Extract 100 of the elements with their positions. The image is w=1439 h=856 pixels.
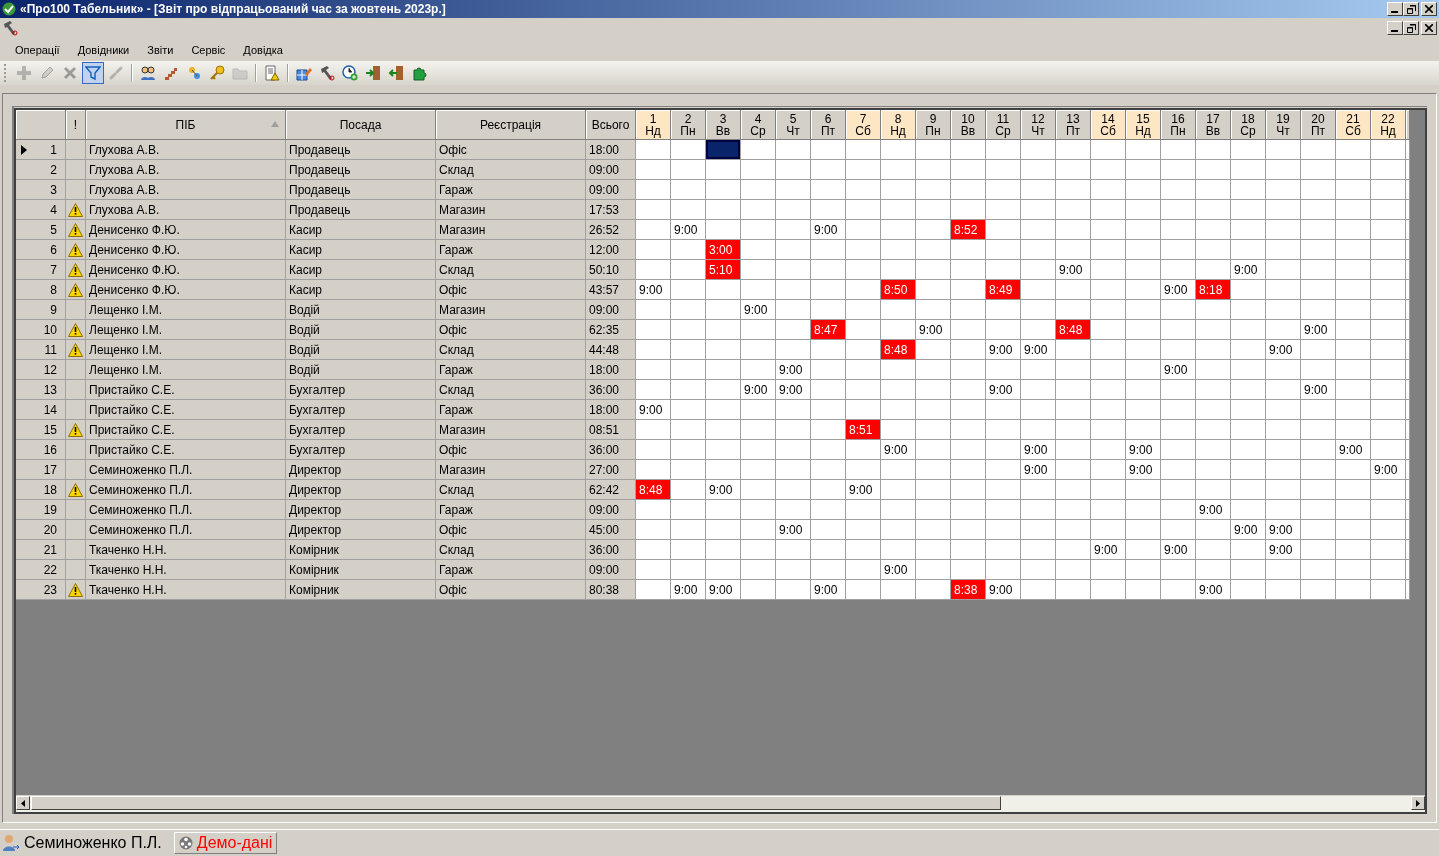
table-cell[interactable]: 8:50 bbox=[881, 280, 916, 300]
table-cell[interactable]: 8:48 bbox=[881, 340, 916, 360]
day-column-header[interactable]: 19 Чт bbox=[1266, 110, 1301, 140]
row-header[interactable]: 11 bbox=[16, 340, 66, 360]
table-cell[interactable]: 8:51 bbox=[846, 420, 881, 440]
scroll-left-button[interactable] bbox=[16, 796, 30, 810]
table-cell[interactable]: 9:00 bbox=[671, 580, 706, 600]
day-column-header[interactable]: 12 Чт bbox=[1021, 110, 1056, 140]
day-column-header[interactable]: 5 Чт bbox=[776, 110, 811, 140]
row-header[interactable]: 23 bbox=[16, 580, 66, 600]
column-header[interactable]: Посада bbox=[286, 110, 436, 140]
table-cell[interactable]: 9:00 bbox=[706, 480, 741, 500]
table-cell[interactable]: 9:00 bbox=[776, 520, 811, 540]
row-header[interactable]: 3 bbox=[16, 180, 66, 200]
menu-item[interactable]: Сервіс bbox=[182, 42, 235, 58]
table-cell[interactable]: 9:00 bbox=[776, 360, 811, 380]
table-cell[interactable]: 9:00 bbox=[636, 400, 671, 420]
table-cell[interactable]: 8:48 bbox=[1056, 320, 1091, 340]
column-header[interactable]: ПІБ bbox=[86, 110, 286, 140]
day-column-header[interactable]: 14 Сб bbox=[1091, 110, 1126, 140]
table-cell[interactable]: 9:00 bbox=[986, 580, 1021, 600]
row-header[interactable]: 13 bbox=[16, 380, 66, 400]
table-cell[interactable]: 9:00 bbox=[776, 380, 811, 400]
menu-item[interactable]: Довідка bbox=[234, 42, 292, 58]
table-cell[interactable]: 9:00 bbox=[1231, 260, 1266, 280]
row-header[interactable]: 18 bbox=[16, 480, 66, 500]
column-header[interactable]: Реєстрація bbox=[436, 110, 586, 140]
table-cell[interactable]: 9:00 bbox=[811, 220, 846, 240]
day-column-header[interactable]: 11 Ср bbox=[986, 110, 1021, 140]
menu-item[interactable]: Звіти bbox=[138, 42, 183, 58]
scroll-thumb[interactable] bbox=[31, 796, 1001, 810]
row-header[interactable]: 4 bbox=[16, 200, 66, 220]
table-cell[interactable]: 9:00 bbox=[1056, 260, 1091, 280]
day-column-header[interactable]: 1 Нд bbox=[636, 110, 671, 140]
table-cell[interactable]: 9:00 bbox=[1266, 540, 1301, 560]
table-cell[interactable]: 9:00 bbox=[1126, 460, 1161, 480]
row-header[interactable]: 8 bbox=[16, 280, 66, 300]
table-cell[interactable]: 9:00 bbox=[1196, 580, 1231, 600]
table-cell[interactable]: 9:00 bbox=[1371, 460, 1406, 480]
row-header[interactable]: 1 bbox=[16, 140, 66, 160]
row-header[interactable]: 7 bbox=[16, 260, 66, 280]
table-cell[interactable]: 3:00 bbox=[706, 240, 741, 260]
restore-button[interactable] bbox=[1403, 2, 1419, 16]
day-column-header[interactable]: 8 Нд bbox=[881, 110, 916, 140]
day-column-header[interactable]: 2 Пн bbox=[671, 110, 706, 140]
day-column-header[interactable]: 22 Нд bbox=[1371, 110, 1406, 140]
table-cell[interactable]: 9:00 bbox=[636, 280, 671, 300]
row-header[interactable]: 19 bbox=[16, 500, 66, 520]
table-cell[interactable]: 9:00 bbox=[916, 320, 951, 340]
table-cell[interactable]: 9:00 bbox=[1021, 340, 1056, 360]
day-column-header[interactable]: 18 Ср bbox=[1231, 110, 1266, 140]
table-cell[interactable]: 8:48 bbox=[636, 480, 671, 500]
table-cell[interactable]: 9:00 bbox=[1021, 440, 1056, 460]
table-cell[interactable]: 9:00 bbox=[1301, 320, 1336, 340]
table-cell[interactable]: 9:00 bbox=[1021, 460, 1056, 480]
row-header[interactable]: 9 bbox=[16, 300, 66, 320]
day-column-header[interactable]: 9 Пн bbox=[916, 110, 951, 140]
table-cell[interactable]: 8:49 bbox=[986, 280, 1021, 300]
day-column-header[interactable]: 6 Пт bbox=[811, 110, 846, 140]
row-header[interactable]: 17 bbox=[16, 460, 66, 480]
table-cell[interactable]: 8:52 bbox=[951, 220, 986, 240]
table-cell[interactable]: 9:00 bbox=[741, 300, 776, 320]
table-cell[interactable]: 9:00 bbox=[1161, 360, 1196, 380]
table-cell[interactable]: 9:00 bbox=[706, 580, 741, 600]
row-header[interactable]: 22 bbox=[16, 560, 66, 580]
day-column-header[interactable]: 20 Пт bbox=[1301, 110, 1336, 140]
row-header[interactable]: 15 bbox=[16, 420, 66, 440]
table-cell[interactable]: 9:00 bbox=[1266, 340, 1301, 360]
table-cell[interactable]: 9:00 bbox=[1196, 500, 1231, 520]
table-cell[interactable]: 9:00 bbox=[741, 380, 776, 400]
row-header[interactable]: 5 bbox=[16, 220, 66, 240]
row-header[interactable]: 6 bbox=[16, 240, 66, 260]
row-header[interactable]: 20 bbox=[16, 520, 66, 540]
minimize-button[interactable] bbox=[1387, 21, 1403, 35]
day-column-header[interactable]: 16 Пн bbox=[1161, 110, 1196, 140]
table-cell[interactable]: 9:00 bbox=[881, 440, 916, 460]
table-cell[interactable]: 9:00 bbox=[1161, 540, 1196, 560]
table-cell[interactable]: 5:10 bbox=[706, 260, 741, 280]
scroll-right-button[interactable] bbox=[1411, 796, 1425, 810]
close-button[interactable] bbox=[1421, 2, 1437, 16]
row-header[interactable]: 2 bbox=[16, 160, 66, 180]
table-cell[interactable]: 9:00 bbox=[1266, 520, 1301, 540]
column-header[interactable]: ! bbox=[66, 110, 86, 140]
table-cell[interactable]: 9:00 bbox=[986, 340, 1021, 360]
menu-item[interactable]: Операції bbox=[6, 42, 69, 58]
close-button[interactable] bbox=[1421, 21, 1437, 35]
row-header[interactable]: 16 bbox=[16, 440, 66, 460]
minimize-button[interactable] bbox=[1387, 2, 1403, 16]
day-column-header[interactable]: 17 Вв bbox=[1196, 110, 1231, 140]
column-header[interactable]: Всього bbox=[586, 110, 636, 140]
day-column-header[interactable]: 4 Ср bbox=[741, 110, 776, 140]
table-cell[interactable]: 9:00 bbox=[1231, 520, 1266, 540]
day-column-header[interactable]: 7 Сб bbox=[846, 110, 881, 140]
table-cell[interactable]: 9:00 bbox=[1091, 540, 1126, 560]
row-header[interactable]: 21 bbox=[16, 540, 66, 560]
table-cell[interactable]: 9:00 bbox=[1336, 440, 1371, 460]
table-cell[interactable]: 9:00 bbox=[986, 380, 1021, 400]
table-cell[interactable]: 9:00 bbox=[846, 480, 881, 500]
day-column-header[interactable]: 10 Вв bbox=[951, 110, 986, 140]
menu-item[interactable]: Довідники bbox=[68, 42, 139, 58]
